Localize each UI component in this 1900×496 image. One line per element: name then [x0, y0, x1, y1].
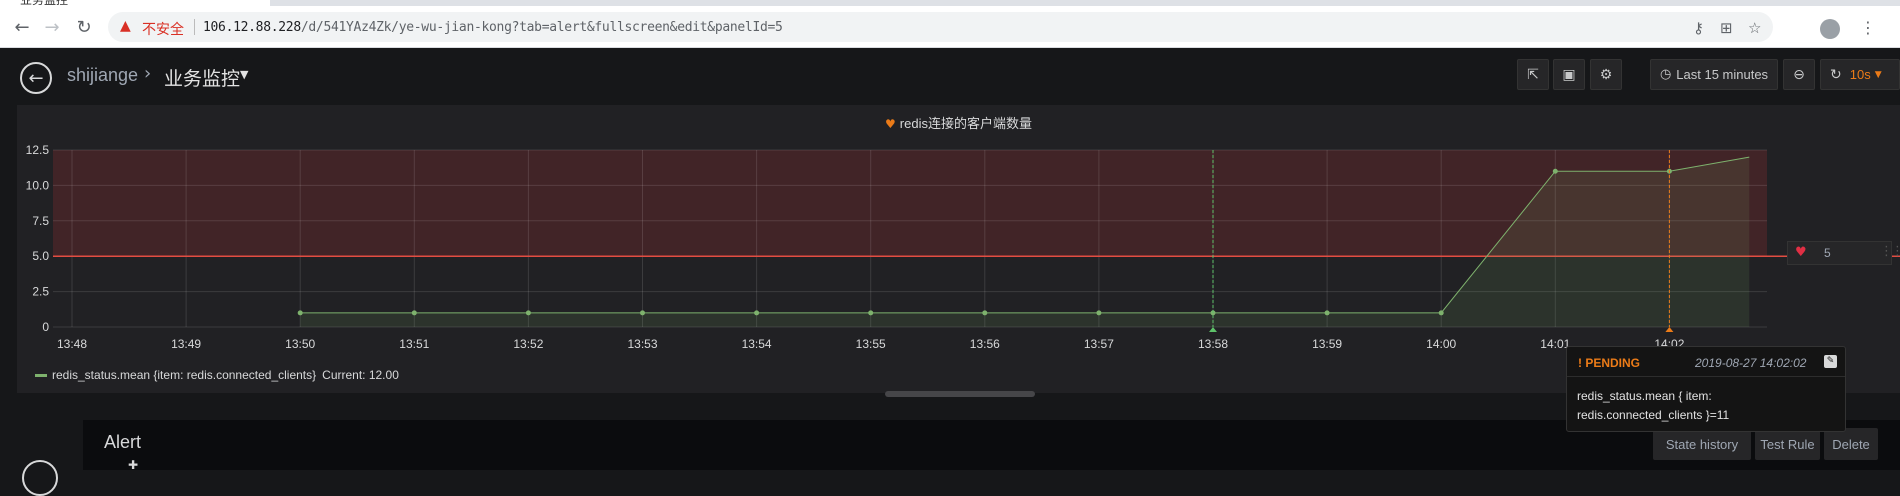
x-tick-label: 14:00: [1426, 337, 1456, 351]
data-point: [411, 310, 417, 316]
refresh-interval: 10s: [1849, 67, 1871, 82]
url-path: /d/541YAz4Zk/ye-wu-jian-kong?tab=alert&f…: [300, 20, 783, 35]
data-point: [982, 310, 988, 316]
share-icon[interactable]: ⇱: [1517, 59, 1549, 90]
legend-series-swatch[interactable]: [35, 373, 47, 377]
x-tick-label: 13:55: [856, 337, 886, 351]
data-point: [297, 310, 303, 316]
forward-arrow-icon[interactable]: →: [40, 15, 64, 39]
threshold-heart-icon: ♥: [1795, 245, 1807, 260]
annotation-tooltip: ! PENDING 2019-08-27 14:02:02 ✎ redis_st…: [1566, 346, 1846, 432]
drag-grip-icon[interactable]: ⋮⋮: [1880, 244, 1900, 259]
x-tick-label: 13:49: [171, 337, 201, 351]
annotation-marker: [1209, 327, 1217, 332]
state-history-button[interactable]: State history: [1653, 428, 1751, 460]
address-bar[interactable]: ▲ 不安全 106.12.88.228/d/541YAz4Zk/ye-wu-ji…: [108, 12, 1773, 42]
x-tick-label: 13:54: [742, 337, 772, 351]
x-tick-label: 13:50: [285, 337, 315, 351]
legend-series-label[interactable]: redis_status.mean {item: redis.connected…: [52, 368, 316, 382]
time-range-label: Last 15 minutes: [1676, 67, 1769, 82]
data-point: [868, 310, 874, 316]
threshold-handle[interactable]: ♥ 5 ⋮⋮: [1787, 241, 1900, 265]
tooltip-time: 2019-08-27 14:02:02: [1695, 356, 1807, 370]
x-tick-label: 13:51: [399, 337, 429, 351]
x-tick-label: 13:48: [57, 337, 87, 351]
save-icon[interactable]: ▣: [1553, 59, 1585, 90]
refresh-caret-icon: ▼: [1874, 69, 1882, 80]
url-host: 106.12.88.228: [203, 20, 301, 35]
x-tick-label: 13:52: [513, 337, 543, 351]
back-to-dashboard-icon[interactable]: ←: [20, 62, 52, 94]
data-point: [1438, 310, 1444, 316]
tooltip-state: ! PENDING: [1578, 356, 1640, 370]
x-tick-label: 13:58: [1198, 337, 1228, 351]
exclamation-icon: !: [1578, 356, 1582, 370]
url-text: 106.12.88.228/d/541YAz4Zk/ye-wu-jian-kon…: [203, 20, 783, 35]
insecure-label: 不安全: [142, 22, 184, 38]
test-rule-button[interactable]: Test Rule: [1755, 428, 1820, 460]
y-tick-label: 0: [42, 320, 49, 334]
data-point: [525, 310, 531, 316]
breadcrumb-folder[interactable]: shijiange: [67, 65, 138, 86]
data-point: [754, 310, 760, 316]
time-range-picker[interactable]: ◷ Last 15 minutes: [1650, 59, 1778, 90]
warning-icon: ▲: [120, 18, 131, 34]
data-point: [1324, 310, 1330, 316]
edit-icon[interactable]: ✎: [1824, 355, 1837, 368]
key-icon[interactable]: ⚷: [1693, 19, 1704, 37]
refresh-icon: ↻: [1830, 66, 1842, 83]
legend-current-value: Current: 12.00: [322, 368, 399, 382]
dashboard-navbar: ← shijiange › 业务监控 ▼ ⇱ ▣ ⚙ ◷ Last 15 min…: [0, 49, 1900, 105]
breadcrumb-separator: ›: [144, 63, 152, 84]
data-point: [1552, 168, 1558, 174]
tooltip-header: ! PENDING 2019-08-27 14:02:02 ✎: [1567, 347, 1845, 377]
refresh-picker[interactable]: ↻ 10s ▼: [1820, 59, 1900, 90]
bookmark-star-icon[interactable]: ☆: [1748, 19, 1761, 37]
reload-icon[interactable]: ↻: [72, 15, 96, 39]
zoom-out-icon[interactable]: ⊖: [1783, 59, 1815, 90]
legend: redis_status.mean {item: redis.connected…: [35, 368, 399, 382]
settings-gear-icon[interactable]: ⚙: [1590, 59, 1622, 90]
tooltip-state-label: PENDING: [1585, 356, 1641, 370]
x-tick-label: 13:53: [627, 337, 657, 351]
x-tick-label: 13:59: [1312, 337, 1342, 351]
panel-resize-scrollbar[interactable]: [885, 391, 1035, 397]
data-point: [1096, 310, 1102, 316]
translate-icon[interactable]: ⊞: [1720, 19, 1733, 37]
profile-avatar[interactable]: [1820, 19, 1840, 39]
browser-menu-icon[interactable]: ⋮: [1860, 18, 1876, 37]
caret-down-icon[interactable]: ▼: [240, 68, 248, 81]
tooltip-message: redis_status.mean { item: redis.connecte…: [1577, 389, 1730, 422]
threshold-value: 5: [1824, 246, 1831, 260]
delete-button[interactable]: Delete: [1824, 428, 1878, 460]
alert-title: Alert: [104, 432, 142, 452]
x-tick-label: 13:56: [970, 337, 1000, 351]
x-tick-label: 13:57: [1084, 337, 1114, 351]
address-separator: [194, 19, 195, 35]
sidebar-circle-icon[interactable]: [22, 460, 58, 496]
y-tick-label: 5.0: [32, 249, 49, 263]
clock-icon: ◷: [1659, 67, 1672, 82]
y-tick-label: 2.5: [32, 285, 49, 299]
annotation-marker: [1665, 327, 1674, 332]
breadcrumb-dashboard[interactable]: 业务监控: [164, 64, 240, 91]
browser-toolbar: ← → ↻ ▲ 不安全 106.12.88.228/d/541YAz4Zk/ye…: [0, 6, 1900, 48]
y-tick-label: 10.0: [26, 178, 50, 192]
data-point: [640, 310, 645, 316]
back-arrow-icon[interactable]: ←: [10, 15, 34, 39]
y-tick-label: 12.5: [26, 143, 50, 157]
y-tick-label: 7.5: [32, 214, 49, 228]
